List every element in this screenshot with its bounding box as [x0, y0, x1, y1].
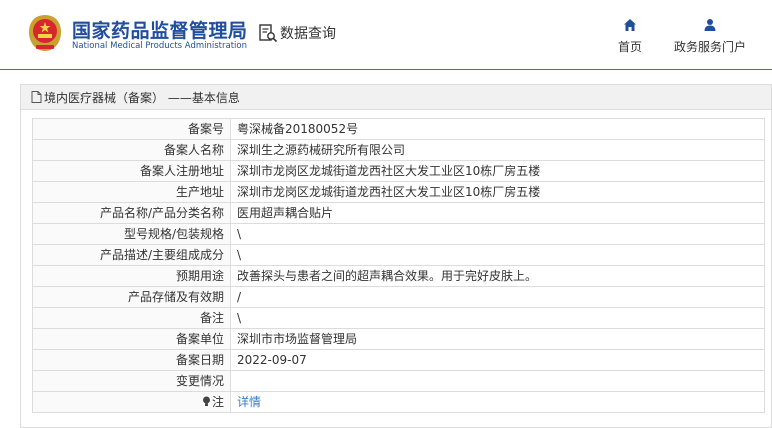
field-value: 改善探头与患者之间的超声耦合效果。用于完好皮肤上。: [230, 265, 765, 287]
table-row: 产品名称/产品分类名称 医用超声耦合贴片: [32, 202, 765, 224]
field-value: 深圳生之源药械研究所有限公司: [230, 139, 765, 161]
table-row: 预期用途 改善探头与患者之间的超声耦合效果。用于完好皮肤上。: [32, 265, 765, 287]
table-row: 备案日期 2022-09-07: [32, 349, 765, 371]
field-label: 生产地址: [32, 181, 231, 203]
site-name-cn[interactable]: 国家药品监督管理局: [72, 16, 248, 43]
lightbulb-icon: [202, 396, 210, 406]
field-label: 型号规格/包装规格: [32, 223, 231, 245]
note-label: 注: [211, 395, 224, 409]
table-row: 备案号 粤深械备20180052号: [32, 118, 765, 140]
field-value: \: [230, 307, 765, 329]
table-row: 备案人注册地址 深圳市龙岗区龙城街道龙西社区大发工业区10栋厂房五楼: [32, 160, 765, 182]
nav-home[interactable]: 首页: [618, 18, 642, 55]
table-row: 变更情况: [32, 370, 765, 392]
site-header: 国家药品监督管理局 National Medical Products Admi…: [0, 0, 772, 70]
table-row: 产品存储及有效期 /: [32, 286, 765, 308]
nav-gov-services-label: 政务服务门户: [674, 40, 747, 54]
note-value-cell: 详情: [230, 391, 765, 413]
nav-home-label: 首页: [618, 40, 643, 54]
table-row: 备案单位 深圳市市场监督管理局: [32, 328, 765, 350]
field-label: 产品描述/主要组成成分: [32, 244, 231, 266]
field-label: 备案日期: [32, 349, 231, 371]
user-icon: [704, 19, 716, 31]
note-label-cell: 注: [32, 391, 231, 413]
panel-title-text: 境内医疗器械（备案） ——基本信息: [44, 90, 240, 105]
field-label: 备案单位: [32, 328, 231, 350]
home-icon: [624, 19, 636, 31]
field-value: \: [230, 223, 765, 245]
field-label: 备案人名称: [32, 139, 231, 161]
basic-info-panel: 境内医疗器械（备案） ——基本信息 备案号 粤深械备20180052号 备案人名称深…: [20, 84, 772, 428]
field-value: 医用超声耦合贴片: [230, 202, 765, 224]
table-row: 生产地址 深圳市龙岗区龙城街道龙西社区大发工业区10栋厂房五楼: [32, 181, 765, 203]
field-value: 2022-09-07: [230, 349, 765, 371]
field-label: 产品存储及有效期: [32, 286, 231, 308]
field-value: 深圳市龙岗区龙城街道龙西社区大发工业区10栋厂房五楼: [230, 181, 765, 203]
field-value: [230, 370, 765, 392]
field-label: 备案号: [32, 118, 231, 140]
table-row: 产品描述/主要组成成分 \: [32, 244, 765, 266]
field-label: 备注: [32, 307, 231, 329]
field-label: 备案人注册地址: [32, 160, 231, 182]
field-label: 变更情况: [32, 370, 231, 392]
document-search-icon: [259, 24, 278, 43]
field-value: \: [230, 244, 765, 266]
site-name-en[interactable]: National Medical Products Administration: [72, 41, 247, 51]
field-value: 粤深械备20180052号: [230, 118, 765, 140]
nav-gov-services[interactable]: 政务服务门户: [674, 18, 746, 55]
field-label: 预期用途: [32, 265, 231, 287]
data-query-link[interactable]: 数据查询: [258, 23, 336, 43]
field-label: 产品名称/产品分类名称: [32, 202, 231, 224]
data-query-label: 数据查询: [280, 26, 336, 42]
info-table: 备案号 粤深械备20180052号 备案人名称 深圳生之源药械研究所有限公司 备案人注册…: [32, 118, 765, 413]
details-link[interactable]: 详情: [237, 395, 261, 409]
field-value: 深圳市市场监督管理局: [230, 328, 765, 350]
table-row: 型号规格/包装规格 \: [32, 223, 765, 245]
table-row-note: 注详情: [32, 391, 765, 413]
table-row: 备案人名称 深圳生之源药械研究所有限公司: [32, 139, 765, 161]
document-icon: [31, 91, 42, 103]
field-value: 深圳市龙岗区龙城街道龙西社区大发工业区10栋厂房五楼: [230, 160, 765, 182]
panel-title: 境内医疗器械（备案） ——基本信息: [21, 85, 771, 110]
national-emblem-icon: [29, 15, 61, 51]
field-value: /: [230, 286, 765, 308]
table-row: 备注 \: [32, 307, 765, 329]
